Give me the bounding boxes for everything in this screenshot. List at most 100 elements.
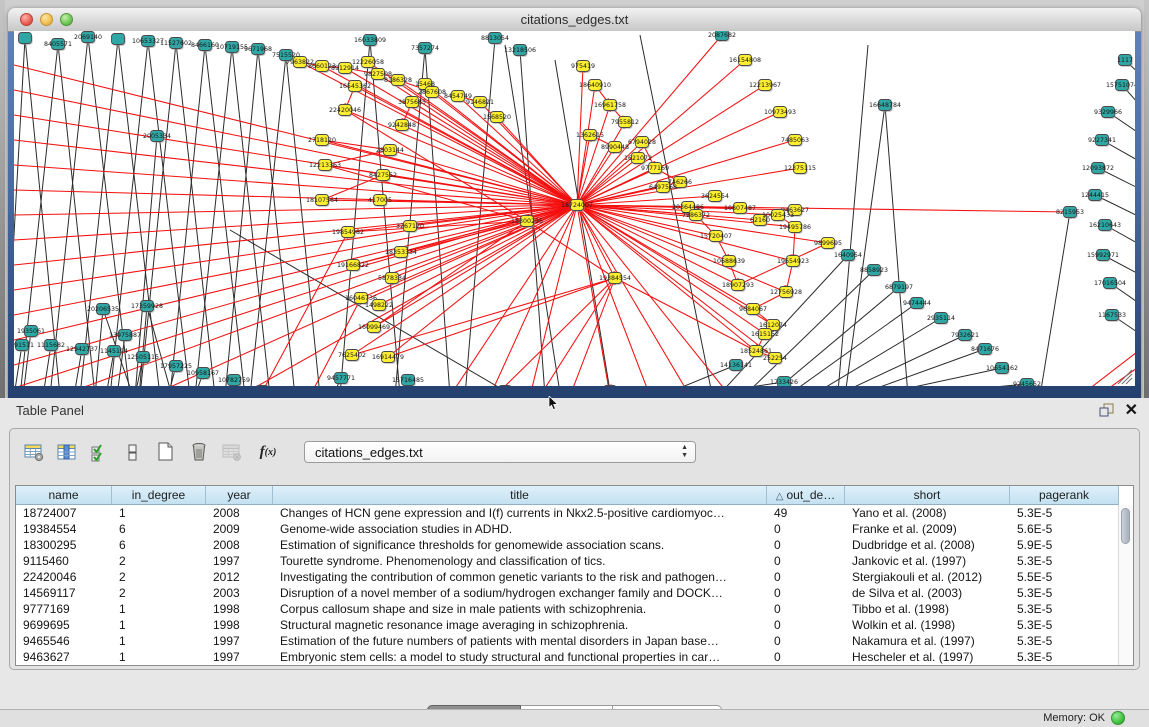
table-panel: Table Panel ✕ <box>0 398 1149 727</box>
cell-name: 14569117 <box>16 585 112 601</box>
svg-text:8858923: 8858923 <box>860 267 888 274</box>
graph-node-teal[interactable] <box>112 34 125 45</box>
cell-title: Embryonic stem cells: a model to study s… <box>273 649 767 665</box>
svg-text:10025433: 10025433 <box>762 212 794 219</box>
svg-text:8912914: 8912914 <box>331 65 359 72</box>
svg-text:417005: 417005 <box>368 197 392 204</box>
table-selector-value: citations_edges.txt <box>315 445 423 460</box>
table-body: 1872400712008Changes of HCN gene express… <box>16 505 1133 665</box>
svg-text:12756928: 12756928 <box>770 289 802 296</box>
column-header-in_degree[interactable]: in_degree <box>112 486 206 505</box>
table-row[interactable]: 969969511998Structural magnetic resonanc… <box>16 617 1133 633</box>
svg-text:2718120: 2718120 <box>308 137 336 144</box>
table-row[interactable]: 1938455462009Genome-wide association stu… <box>16 521 1133 537</box>
table-panel-title: Table Panel <box>16 403 84 418</box>
svg-text:2803144: 2803144 <box>376 147 404 154</box>
zoom-window-button[interactable] <box>60 13 73 26</box>
column-header-title[interactable]: title <box>273 486 767 505</box>
column-header-out_de[interactable]: △out_de… <box>767 486 845 505</box>
cell-in_degree: 2 <box>112 585 206 601</box>
delete-rows-icon[interactable] <box>187 440 211 464</box>
svg-text:19854982: 19854982 <box>332 229 364 236</box>
function-builder-icon[interactable]: f(x) <box>253 440 283 464</box>
memory-status-dot[interactable] <box>1111 711 1125 725</box>
close-panel-icon[interactable]: ✕ <box>1125 400 1138 420</box>
window-title: citations_edges.txt <box>8 8 1141 31</box>
resize-grip-icon[interactable] <box>1118 370 1132 384</box>
cell-title: Estimation of the future numbers of pati… <box>273 633 767 649</box>
svg-text:9227341: 9227341 <box>1088 137 1116 144</box>
svg-text:19166822: 19166822 <box>337 262 369 269</box>
cell-year: 2008 <box>206 537 273 553</box>
svg-text:13218506: 13218506 <box>504 47 536 54</box>
scrollbar-thumb[interactable] <box>1121 508 1130 544</box>
svg-text:6879197: 6879197 <box>885 284 913 291</box>
table-row[interactable]: 977716911998Corpus callosum shape and si… <box>16 601 1133 617</box>
table-selector-dropdown[interactable]: citations_edges.txt ▲▼ <box>304 441 696 463</box>
cell-pagerank: 5.3E-5 <box>1010 633 1119 649</box>
cell-short: Tibbo et al. (1998) <box>845 601 1010 617</box>
graph-node-teal[interactable] <box>19 33 32 44</box>
table-row[interactable]: 946554611997Estimation of the future num… <box>16 633 1133 649</box>
table-row[interactable]: 2242004622012Investigating the contribut… <box>16 569 1133 585</box>
network-window-titlebar[interactable]: citations_edges.txt <box>8 8 1141 32</box>
svg-text:20206535: 20206535 <box>87 306 119 313</box>
cell-pagerank: 5.9E-5 <box>1010 537 1119 553</box>
svg-text:10654162: 10654162 <box>986 365 1018 372</box>
svg-text:8471676: 8471676 <box>971 346 999 353</box>
table-settings-icon[interactable] <box>22 440 46 464</box>
column-header-pagerank[interactable]: pagerank <box>1010 486 1119 505</box>
graph-node-teal[interactable] <box>604 386 617 387</box>
delete-table-icon[interactable] <box>220 440 244 464</box>
svg-text:9146821: 9146821 <box>466 99 494 106</box>
close-window-button[interactable] <box>20 13 33 26</box>
svg-text:7515520: 7515520 <box>272 52 300 59</box>
column-header-short[interactable]: short <box>845 486 1010 505</box>
graph-node-teal[interactable] <box>499 386 512 387</box>
svg-text:10688639: 10688639 <box>713 258 745 265</box>
cell-in_degree: 1 <box>112 505 206 521</box>
cell-out_de: 0 <box>767 601 845 617</box>
cell-out_de: 0 <box>767 633 845 649</box>
svg-text:16961758: 16961758 <box>594 102 626 109</box>
svg-text:5878334: 5878334 <box>378 275 406 282</box>
graph-node-teal[interactable] <box>256 386 269 387</box>
svg-text:15720407: 15720407 <box>700 233 732 240</box>
cell-title: Investigating the contribution of common… <box>273 569 767 585</box>
minimize-window-button[interactable] <box>40 13 53 26</box>
table-browser: f(x) citations_edges.txt ▲▼ namein_degre… <box>9 428 1140 670</box>
svg-text:1935061: 1935061 <box>17 328 45 335</box>
cell-year: 1997 <box>206 649 273 665</box>
table-panel-header: Table Panel ✕ <box>0 398 1149 424</box>
svg-text:10807487: 10807487 <box>724 205 756 212</box>
cell-name: 18724007 <box>16 505 112 521</box>
cell-short: de Silva et al. (2003) <box>845 585 1010 601</box>
column-header-name[interactable]: name <box>16 486 112 505</box>
svg-text:10973493: 10973493 <box>764 109 796 116</box>
cell-pagerank: 5.3E-5 <box>1010 601 1119 617</box>
float-panel-icon[interactable] <box>1099 403 1115 418</box>
vertical-scrollbar[interactable] <box>1118 505 1133 665</box>
svg-text:8813054: 8813054 <box>481 35 509 42</box>
cell-in_degree: 6 <box>112 521 206 537</box>
svg-text:12093872: 12093872 <box>1082 165 1114 172</box>
column-checklist-icon[interactable] <box>88 440 112 464</box>
show-columns-icon[interactable] <box>55 440 79 464</box>
table-row[interactable]: 1872400712008Changes of HCN gene express… <box>16 505 1133 521</box>
table-row[interactable]: 1830029562008Estimation of significance … <box>16 537 1133 553</box>
new-table-icon[interactable] <box>154 440 178 464</box>
table-row[interactable]: 911546021997Tourette syndrome. Phenomeno… <box>16 553 1133 569</box>
svg-text:9684067: 9684067 <box>739 306 767 313</box>
cell-out_de: 0 <box>767 553 845 569</box>
column-header-year[interactable]: year <box>206 486 273 505</box>
table-row[interactable]: 946362711997Embryonic stem cells: a mode… <box>16 649 1133 665</box>
cell-year: 2012 <box>206 569 273 585</box>
network-canvas[interactable]: 1872400779638228660123891291412226058982… <box>14 31 1135 386</box>
dropdown-stepper-icon: ▲▼ <box>681 444 688 460</box>
cell-name: 18300295 <box>16 537 112 553</box>
cell-title: Estimation of significance thresholds fo… <box>273 537 767 553</box>
table-row[interactable]: 1456911722003Disruption of a novel membe… <box>16 585 1133 601</box>
merge-rows-icon[interactable] <box>121 440 145 464</box>
svg-text:6794028: 6794028 <box>628 139 656 146</box>
cell-pagerank: 5.3E-5 <box>1010 553 1119 569</box>
